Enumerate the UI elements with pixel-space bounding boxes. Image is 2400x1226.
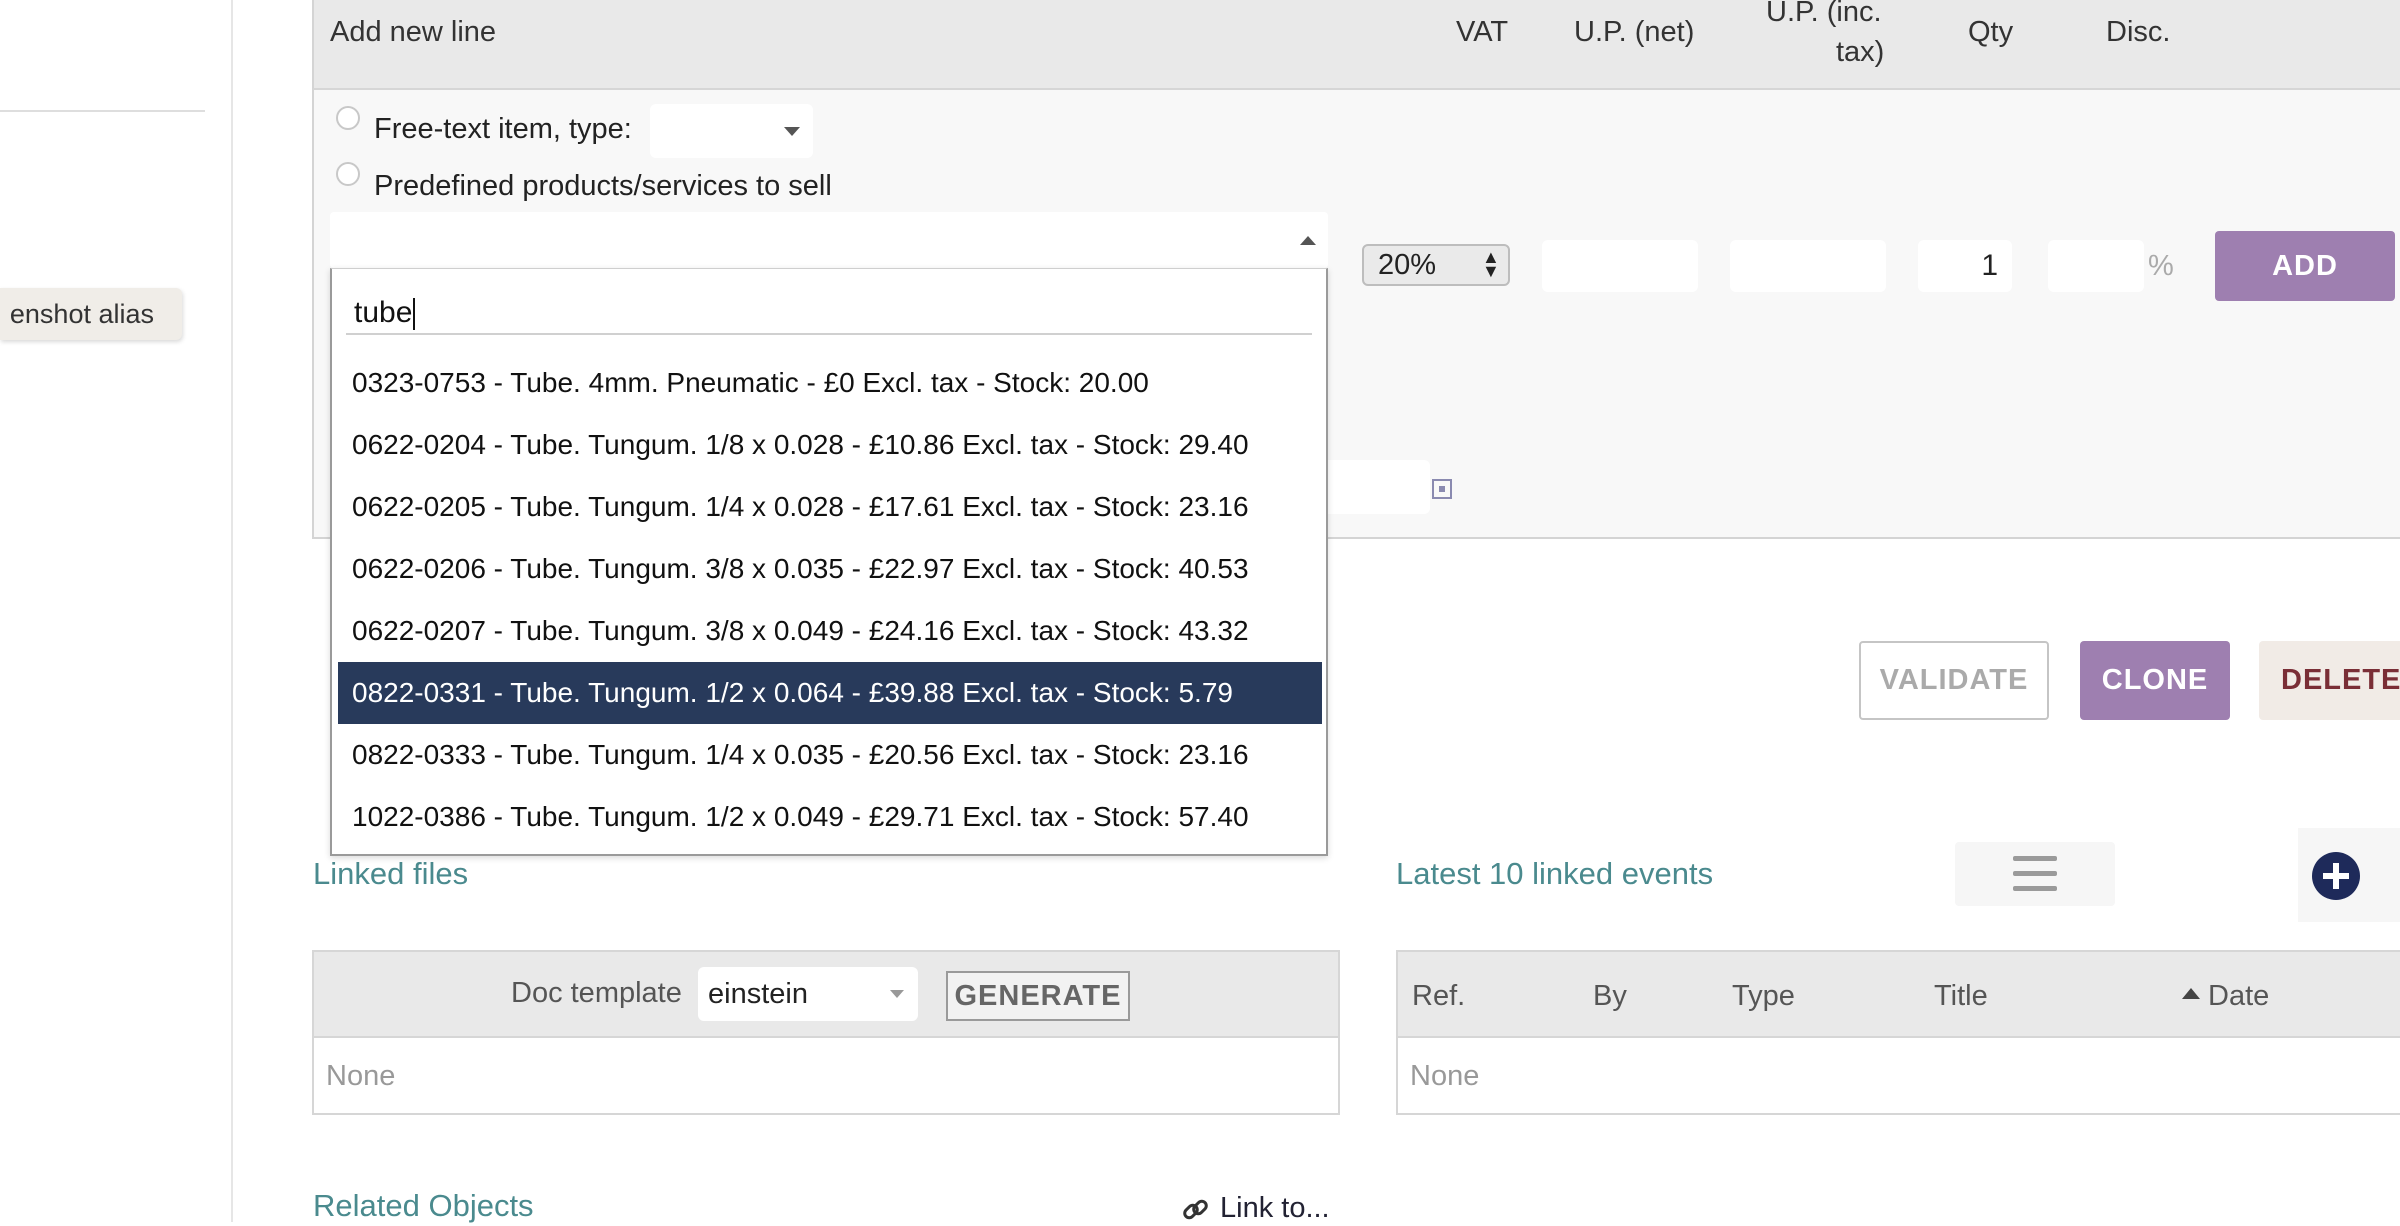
delete-button[interactable]: DELETE	[2259, 641, 2400, 720]
vat-column-header: VAT	[1456, 16, 1509, 48]
calendar-icon[interactable]	[1432, 479, 1452, 499]
link-to-label: Link to...	[1220, 1192, 1330, 1224]
menu-icon	[2013, 856, 2057, 861]
dropdown-option[interactable]: 0622-0204 - Tube. Tungum. 1/8 x 0.028 - …	[338, 414, 1322, 476]
linked-events-title[interactable]: Latest 10 linked events	[1396, 856, 1713, 892]
menu-icon-bar	[2013, 871, 2057, 876]
plus-circle-icon[interactable]	[2312, 852, 2360, 900]
doc-template-value: einstein	[708, 978, 808, 1010]
add-line-title: Add new line	[330, 16, 497, 48]
discount-input[interactable]	[2048, 240, 2144, 292]
qty-input[interactable]: 1	[1918, 240, 2012, 292]
predefined-radio[interactable]	[336, 162, 360, 186]
disc-column-header: Disc.	[2106, 16, 2171, 48]
sort-up-icon	[2182, 988, 2200, 999]
text-cursor	[413, 298, 416, 331]
stepper-arrows-icon: ▲ ▼	[1482, 247, 1500, 281]
events-table-body	[1396, 1038, 2400, 1115]
events-empty: None	[1410, 1060, 1480, 1092]
dropdown-option[interactable]: 0622-0207 - Tube. Tungum. 3/8 x 0.049 - …	[338, 600, 1322, 662]
linked-files-body	[312, 1038, 1340, 1115]
dropdown-option[interactable]: 0622-0205 - Tube. Tungum. 1/4 x 0.028 - …	[338, 476, 1322, 538]
up-net-input[interactable]	[1542, 240, 1698, 292]
product-combobox[interactable]	[330, 212, 1328, 268]
linked-files-title[interactable]: Linked files	[313, 856, 468, 892]
events-menu-button[interactable]	[1955, 842, 2115, 906]
chevron-up-icon	[1300, 236, 1316, 245]
generate-button[interactable]: GENERATE	[946, 971, 1130, 1021]
product-dropdown: tube 0323-0753 - Tube. 4mm. Pneumatic - …	[330, 268, 1328, 856]
events-col-title[interactable]: Title	[1934, 980, 1988, 1013]
dropdown-option[interactable]: 0822-0333 - Tube. Tungum. 1/4 x 0.035 - …	[338, 724, 1322, 786]
add-button[interactable]: ADD	[2215, 231, 2395, 301]
dropdown-option[interactable]: 0323-0753 - Tube. 4mm. Pneumatic - £0 Ex…	[338, 352, 1322, 414]
vat-value: 20%	[1378, 249, 1437, 281]
events-col-ref[interactable]: Ref.	[1412, 980, 1465, 1013]
chevron-down-icon	[890, 990, 904, 998]
events-col-type[interactable]: Type	[1732, 980, 1795, 1013]
events-col-date[interactable]: Date	[2208, 980, 2269, 1013]
up-net-column-header: U.P. (net)	[1574, 16, 1695, 48]
dropdown-option[interactable]: 1022-0386 - Tube. Tungum. 1/2 x 0.049 - …	[338, 786, 1322, 848]
clone-button[interactable]: CLONE	[2080, 641, 2230, 720]
doc-template-select[interactable]: einstein	[698, 967, 918, 1021]
free-text-radio[interactable]	[336, 106, 360, 130]
free-text-type-select[interactable]	[650, 104, 813, 158]
dropdown-option[interactable]: 0622-0206 - Tube. Tungum. 3/8 x 0.035 - …	[338, 538, 1322, 600]
up-inc-tax-column-header-2: tax)	[1836, 36, 1885, 68]
vat-select[interactable]: 20% ▲ ▼	[1362, 244, 1510, 286]
add-line-header	[312, 0, 2400, 90]
events-col-by[interactable]: By	[1593, 980, 1627, 1013]
related-objects-title: Related Objects	[313, 1188, 534, 1223]
qty-column-header: Qty	[1968, 16, 2014, 48]
doc-template-label: Doc template	[511, 977, 682, 1009]
dropdown-search-value: tube	[354, 296, 413, 329]
predefined-label: Predefined products/services to sell	[374, 170, 832, 202]
link-icon	[1183, 1199, 1208, 1220]
percent-sign: %	[2148, 250, 2174, 282]
menu-icon-bar	[2013, 886, 2057, 891]
free-text-label: Free-text item, type:	[374, 113, 632, 145]
screenshot-alias-chip[interactable]: enshot alias	[0, 288, 182, 340]
chevron-down-icon	[784, 127, 800, 136]
up-inc-tax-column-header: U.P. (inc.	[1766, 0, 1882, 28]
dropdown-search-input[interactable]: tube	[346, 291, 1312, 335]
left-sidebar	[0, 0, 233, 1222]
linked-files-empty: None	[326, 1060, 396, 1092]
sidebar-divider	[0, 110, 205, 112]
plus-v-bar	[2333, 863, 2339, 889]
dropdown-option-selected[interactable]: 0822-0331 - Tube. Tungum. 1/2 x 0.064 - …	[338, 662, 1322, 724]
validate-button[interactable]: VALIDATE	[1859, 641, 2049, 720]
up-inc-tax-input[interactable]	[1730, 240, 1886, 292]
